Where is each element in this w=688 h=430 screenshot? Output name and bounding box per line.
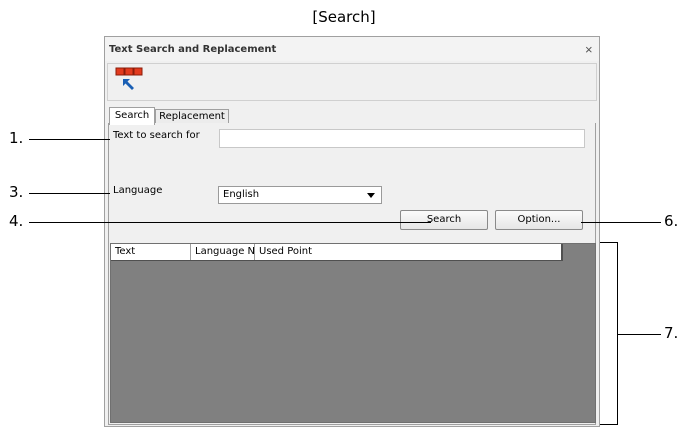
select-arrow-icon[interactable] <box>114 66 148 98</box>
dialog-title: Text Search and Replacement <box>109 44 277 55</box>
callout-6-line <box>581 222 661 223</box>
column-header-language[interactable]: Language N <box>191 244 255 260</box>
results-header: Text Language N Used Point <box>111 244 563 261</box>
results-grid[interactable]: Text Language N Used Point <box>110 243 596 423</box>
callout-7-line <box>618 334 661 335</box>
toolbar <box>107 63 597 101</box>
option-button[interactable]: Option... <box>495 210 583 230</box>
search-input[interactable] <box>219 129 585 148</box>
callout-4: 4. <box>9 212 24 230</box>
callout-1-line <box>29 139 110 140</box>
column-header-used-point[interactable]: Used Point <box>255 244 559 260</box>
callout-7-bracket <box>600 242 618 425</box>
callout-1: 1. <box>9 129 24 147</box>
tab-replacement[interactable]: Replacement <box>155 109 229 124</box>
callout-7: 7. <box>664 324 679 342</box>
callout-3-line <box>29 193 110 194</box>
callout-4-line <box>29 222 431 223</box>
chevron-down-icon <box>367 193 375 198</box>
figure-caption: [Search] <box>312 8 376 26</box>
language-label: Language <box>113 185 163 196</box>
search-text-label: Text to search for <box>113 130 200 141</box>
close-icon[interactable]: × <box>585 42 593 57</box>
text-search-dialog: Text Search and Replacement × Search Rep… <box>104 36 600 427</box>
callout-6: 6. <box>664 212 679 230</box>
column-header-text[interactable]: Text <box>111 244 191 260</box>
language-select-value: English <box>223 189 260 200</box>
callout-3: 3. <box>9 183 24 201</box>
language-select[interactable]: English <box>218 186 382 204</box>
title-bar: Text Search and Replacement × <box>105 37 599 61</box>
search-button[interactable]: Search <box>400 210 488 230</box>
tab-search[interactable]: Search <box>109 107 155 125</box>
